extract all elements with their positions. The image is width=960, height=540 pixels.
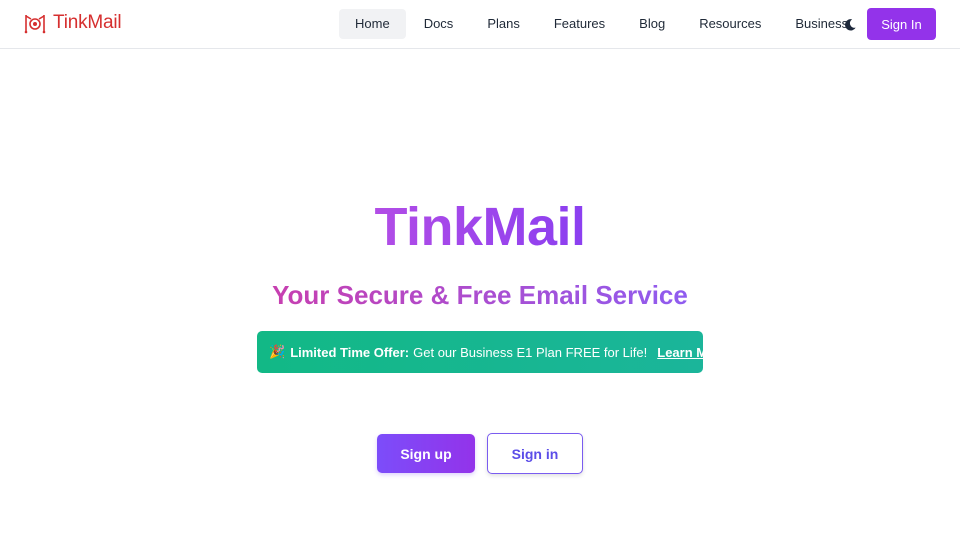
hero-subtitle-text: Your Secure & Free Email Service [272, 280, 688, 310]
tinkmail-logo-icon [24, 15, 46, 34]
hero-title-text: TinkMail [374, 197, 586, 257]
main-nav: Home Docs Plans Features Blog Resources … [339, 9, 866, 39]
offer-text: Get our Business E1 Plan FREE for Life! [413, 344, 648, 360]
theme-toggle-button[interactable] [840, 15, 860, 35]
moon-icon [845, 19, 856, 31]
nav-docs[interactable]: Docs [408, 9, 470, 39]
nav-blog[interactable]: Blog [623, 9, 681, 39]
nav-plans[interactable]: Plans [471, 9, 536, 39]
header-signin-button[interactable]: Sign In [867, 8, 936, 40]
hero-title: TinkMail [0, 196, 960, 258]
hero-subtitle: Your Secure & Free Email Service [0, 280, 960, 311]
party-popper-icon: 🎉 [269, 344, 286, 359]
offer-banner: 🎉 Limited Time Offer: Get our Business E… [257, 331, 727, 373]
signin-button[interactable]: Sign in [487, 433, 583, 474]
nav-home[interactable]: Home [339, 9, 406, 39]
signup-button[interactable]: Sign up [377, 434, 475, 473]
nav-features[interactable]: Features [538, 9, 621, 39]
top-navbar: TinkMail Home Docs Plans Features Blog R… [0, 0, 960, 49]
learn-more-link[interactable]: Learn More [657, 345, 727, 360]
offer-heading: Limited Time Offer: [290, 344, 410, 360]
nav-resources[interactable]: Resources [683, 9, 777, 39]
brand-link[interactable]: TinkMail [23, 11, 122, 35]
brand-name: TinkMail [53, 12, 122, 33]
